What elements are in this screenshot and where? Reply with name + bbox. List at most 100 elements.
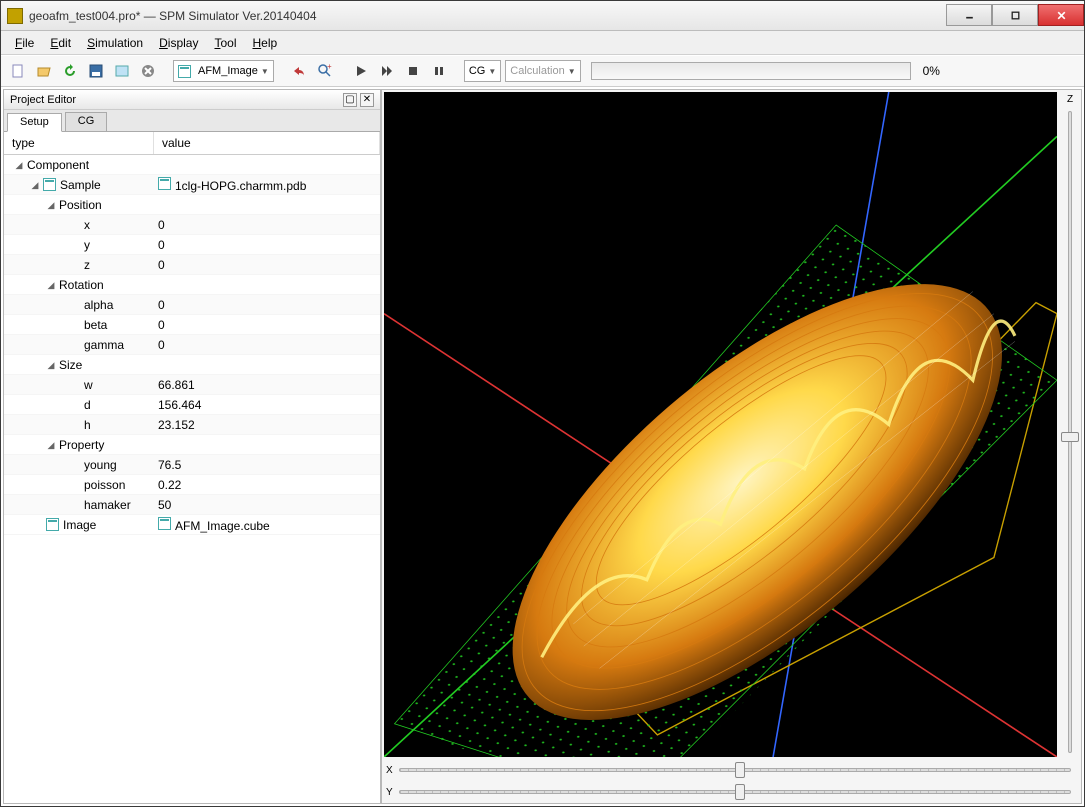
menu-edit[interactable]: Edit [42, 36, 79, 50]
expand-icon[interactable]: ◢ [14, 160, 24, 170]
tree-y-val[interactable]: 0 [154, 238, 380, 252]
view-combo-label: AFM_Image [198, 65, 258, 77]
open-icon[interactable] [33, 60, 55, 82]
menu-tool[interactable]: Tool [206, 36, 244, 50]
y-axis-label: Y [386, 787, 393, 798]
header-value[interactable]: value [154, 132, 380, 154]
editor-title: Project Editor [10, 94, 76, 106]
pause-icon[interactable] [428, 60, 450, 82]
titlebar: geoafm_test004.pro* — SPM Simulator Ver.… [1, 1, 1084, 31]
slider-thumb[interactable] [1061, 432, 1079, 442]
minimize-button[interactable] [946, 4, 992, 26]
tree-property: Property [59, 438, 104, 452]
close-icon[interactable]: ✕ [360, 93, 374, 107]
tree-rotation: Rotation [59, 278, 104, 292]
tree-h: h [84, 418, 91, 432]
x-slider-track[interactable] [399, 768, 1071, 772]
ff-icon[interactable] [376, 60, 398, 82]
tree-alpha-val[interactable]: 0 [154, 298, 380, 312]
calc-combo-label: Calculation [510, 65, 564, 77]
maximize-button[interactable] [992, 4, 1038, 26]
tree-poisson-val[interactable]: 0.22 [154, 478, 380, 492]
z-slider-track[interactable] [1068, 111, 1072, 753]
undo-icon[interactable] [288, 60, 310, 82]
x-slider[interactable]: X [382, 759, 1081, 781]
tree-gamma-val[interactable]: 0 [154, 338, 380, 352]
tree-sample-val: 1clg-HOPG.charmm.pdb [175, 179, 306, 193]
tree-size: Size [59, 358, 82, 372]
tree-w-val[interactable]: 66.861 [154, 378, 380, 392]
image-icon[interactable] [111, 60, 133, 82]
mode-combo[interactable]: CG▼ [464, 60, 501, 82]
tree-hamaker-val[interactable]: 50 [154, 498, 380, 512]
menubar: File Edit Simulation Display Tool Help [1, 31, 1084, 55]
toolbar: AFM_Image▼ + CG▼ Calculation▼ 0% [1, 55, 1084, 87]
tree-gamma: gamma [84, 338, 124, 352]
expand-icon[interactable]: ◢ [46, 280, 56, 290]
tree-image: Image [63, 518, 96, 532]
view-combo[interactable]: AFM_Image▼ [173, 60, 274, 82]
tree-y: y [84, 238, 90, 252]
progress-bar [591, 62, 911, 80]
tree-d: d [84, 398, 91, 412]
tree-young: young [84, 458, 117, 472]
tree-component: Component [27, 158, 89, 172]
save-icon[interactable] [85, 60, 107, 82]
svg-text:+: + [327, 63, 332, 71]
tree-z-val[interactable]: 0 [154, 258, 380, 272]
mode-combo-label: CG [469, 65, 486, 77]
tree-alpha: alpha [84, 298, 113, 312]
tree-image-val: AFM_Image.cube [175, 519, 270, 533]
expand-icon[interactable]: ◢ [30, 180, 40, 190]
menu-simulation[interactable]: Simulation [79, 36, 151, 50]
doc-icon [178, 65, 191, 78]
zoom-in-icon[interactable]: + [314, 60, 336, 82]
slider-thumb[interactable] [735, 762, 745, 778]
z-slider[interactable]: Z [1059, 90, 1081, 759]
project-editor: Project Editor ▢ ✕ Setup CG type value ◢… [3, 89, 381, 804]
y-slider[interactable]: Y [382, 781, 1081, 803]
new-icon[interactable] [7, 60, 29, 82]
property-tree[interactable]: ◢Component ◢Sample1clg-HOPG.charmm.pdb ◢… [4, 155, 380, 803]
y-slider-track[interactable] [399, 790, 1071, 794]
play-icon[interactable] [350, 60, 372, 82]
calc-combo[interactable]: Calculation ▼ [505, 60, 580, 82]
doc-icon [43, 178, 56, 191]
chevron-down-icon: ▼ [488, 67, 496, 76]
z-axis-label: Z [1067, 94, 1073, 105]
tree-sample: Sample [60, 178, 101, 192]
expand-icon[interactable]: ◢ [46, 360, 56, 370]
menu-file[interactable]: File [7, 36, 42, 50]
editor-titlebar: Project Editor ▢ ✕ [4, 90, 380, 110]
stop-icon[interactable] [402, 60, 424, 82]
dock-icon[interactable]: ▢ [343, 93, 357, 107]
tree-h-val[interactable]: 23.152 [154, 418, 380, 432]
progress-percent: 0% [923, 64, 940, 78]
slider-thumb[interactable] [735, 784, 745, 800]
tree-d-val[interactable]: 156.464 [154, 398, 380, 412]
refresh-icon[interactable] [59, 60, 81, 82]
doc-icon [46, 518, 59, 531]
close-button[interactable] [1038, 4, 1084, 26]
header-type[interactable]: type [4, 132, 154, 154]
doc-icon [158, 177, 171, 190]
window-title: geoafm_test004.pro* — SPM Simulator Ver.… [29, 9, 946, 23]
menu-help[interactable]: Help [244, 36, 285, 50]
tab-setup[interactable]: Setup [7, 113, 62, 132]
window-buttons [946, 5, 1084, 26]
viewport-pane: Z X Y [381, 89, 1082, 804]
cancel-icon[interactable] [137, 60, 159, 82]
tree-young-val[interactable]: 76.5 [154, 458, 380, 472]
tree-poisson: poisson [84, 478, 125, 492]
tree-beta-val[interactable]: 0 [154, 318, 380, 332]
chevron-down-icon: ▼ [261, 67, 269, 76]
x-axis-label: X [386, 765, 393, 776]
chevron-down-icon: ▼ [568, 67, 576, 76]
tree-position: Position [59, 198, 102, 212]
expand-icon[interactable]: ◢ [46, 440, 56, 450]
tree-x-val[interactable]: 0 [154, 218, 380, 232]
menu-display[interactable]: Display [151, 36, 206, 50]
tab-cg[interactable]: CG [65, 112, 108, 131]
expand-icon[interactable]: ◢ [46, 200, 56, 210]
3d-viewport[interactable] [384, 92, 1057, 757]
